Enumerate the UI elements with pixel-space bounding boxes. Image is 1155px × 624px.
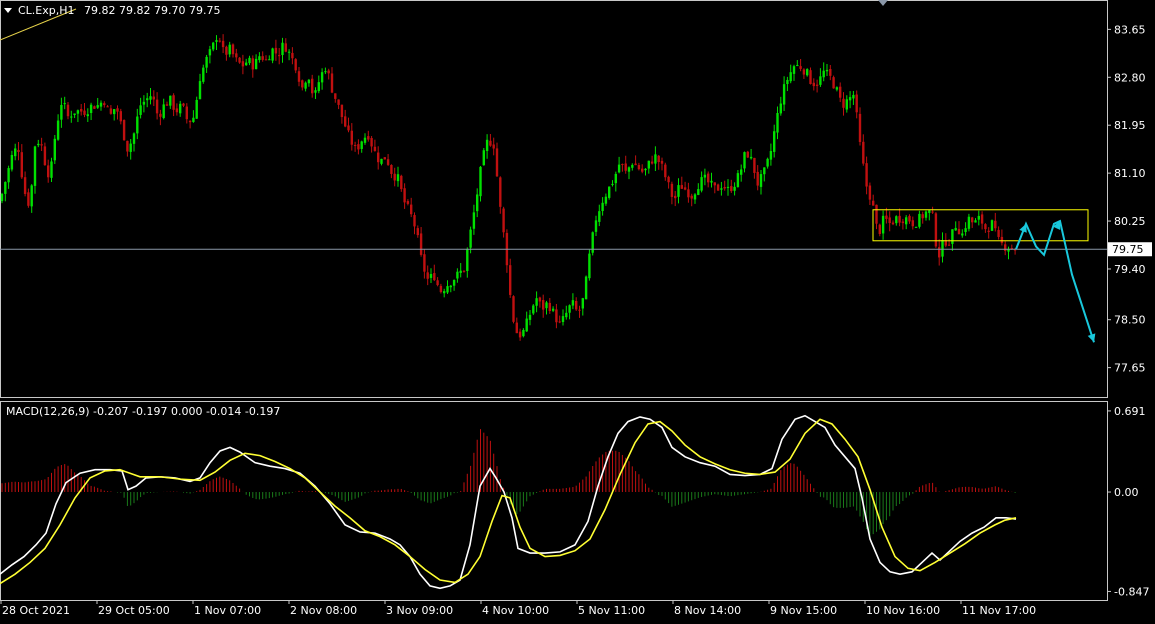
current-price-label: 79.75 xyxy=(1112,243,1144,256)
candle xyxy=(934,212,938,248)
x-tick-label: 9 Nov 15:00 xyxy=(770,604,837,617)
trading-chart[interactable]: 83.65 82.80 81.95 81.10 80.25 79.40 78.50 77.65… xyxy=(0,0,1155,620)
macd-y-tick-label: 0.00 xyxy=(1114,486,1139,499)
x-tick-label: 8 Nov 14:00 xyxy=(674,604,741,617)
candle xyxy=(588,249,591,281)
candle xyxy=(482,148,485,166)
x-tick-label: 28 Oct 2021 xyxy=(2,604,70,617)
candle xyxy=(591,231,594,256)
y-tick-label: 79.40 xyxy=(1114,263,1146,276)
candle xyxy=(532,304,535,316)
candle xyxy=(195,96,198,119)
y-tick-label: 78.50 xyxy=(1114,314,1146,327)
candle xyxy=(512,295,515,324)
x-tick-label: 3 Nov 09:00 xyxy=(386,604,453,617)
y-tick-label: 80.25 xyxy=(1114,215,1146,228)
y-tick-label: 77.65 xyxy=(1114,362,1146,375)
x-tick-label: 11 Nov 17:00 xyxy=(962,604,1036,617)
y-tick-label: 81.95 xyxy=(1114,119,1146,132)
macd-label: MACD(12,26,9) -0.207 -0.197 0.000 -0.014… xyxy=(6,405,280,418)
x-tick-label: 4 Nov 10:00 xyxy=(482,604,549,617)
candle xyxy=(122,119,126,141)
candle xyxy=(53,134,56,165)
macd-y-tick-label: 0.691 xyxy=(1114,405,1146,418)
x-tick-label: 2 Nov 08:00 xyxy=(290,604,357,617)
ohlc-values: 79.82 79.82 79.70 79.75 xyxy=(84,4,220,17)
macd-y-tick-label: -0.847 xyxy=(1114,585,1149,598)
x-tick-label: 10 Nov 16:00 xyxy=(866,604,940,617)
y-tick-label: 83.65 xyxy=(1114,23,1146,36)
chart-svg[interactable]: 83.65 82.80 81.95 81.10 80.25 79.40 78.50 77.65… xyxy=(0,0,1155,620)
candle xyxy=(746,150,749,158)
candle xyxy=(608,186,611,200)
candle xyxy=(832,75,835,89)
x-tick-label: 29 Oct 05:00 xyxy=(98,604,170,617)
chart-background xyxy=(0,0,1155,620)
candle xyxy=(584,275,588,300)
y-tick-label: 81.10 xyxy=(1114,167,1146,180)
x-tick-label: 5 Nov 11:00 xyxy=(578,604,645,617)
y-tick-label: 82.80 xyxy=(1114,71,1146,84)
symbol-label: CL.Exp,H1 xyxy=(18,4,75,17)
x-tick-label: 1 Nov 07:00 xyxy=(194,604,261,617)
candle xyxy=(716,183,720,191)
candle xyxy=(990,219,994,232)
candle xyxy=(383,157,386,160)
